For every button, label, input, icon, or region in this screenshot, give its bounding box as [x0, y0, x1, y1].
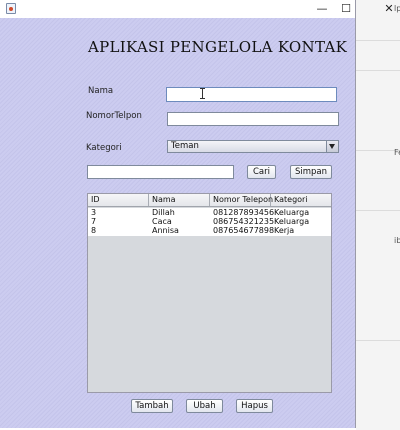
search-input[interactable] — [87, 165, 234, 179]
table-cell: Kerja — [274, 226, 295, 235]
hapus-button[interactable]: Hapus — [236, 399, 273, 413]
minimize-button[interactable]: — — [308, 0, 336, 18]
simpan-button[interactable]: Simpan — [290, 165, 332, 179]
contacts-table[interactable]: ID Nama Nomor Telepon Kategori 3 Dillah 08… — [87, 193, 332, 393]
maximize-button[interactable]: ☐ — [336, 0, 356, 18]
text-cursor-icon — [200, 88, 205, 99]
kategori-label: Kategori — [86, 143, 122, 153]
table-cell: Annisa — [152, 226, 179, 235]
nama-input[interactable] — [166, 87, 337, 102]
kategori-dropdown[interactable]: Teman — [167, 140, 339, 153]
app-window: — ☐ APLIKASI PENGELOLA KONTAK Nama Nomor… — [0, 0, 356, 428]
table-cell: 8 — [91, 226, 97, 235]
nama-label: Nama — [88, 86, 114, 96]
ubah-button[interactable]: Ubah — [186, 399, 223, 413]
background-desktop: lp Fe ib — [356, 0, 400, 430]
title-bar[interactable]: — ☐ — [0, 0, 355, 19]
cari-button[interactable]: Cari — [247, 165, 276, 179]
telp-label: NomorTelpon — [86, 111, 142, 121]
column-header-id[interactable]: ID — [88, 194, 149, 206]
column-header-telepon[interactable]: Nomor Telepon — [210, 194, 273, 206]
table-header: ID Nama Nomor Telepon Kategori — [88, 194, 331, 207]
kategori-selected-value: Teman — [171, 141, 199, 151]
chevron-down-icon[interactable] — [326, 141, 338, 152]
table-cell: 087654677898 — [213, 226, 275, 235]
java-app-icon — [6, 3, 16, 14]
column-header-nama[interactable]: Nama — [149, 194, 210, 206]
background-text: Fe — [394, 148, 400, 157]
table-row[interactable]: 8 Annisa 087654677898 Kerja — [88, 226, 331, 236]
telp-input[interactable] — [167, 112, 339, 126]
background-text: ib — [394, 236, 400, 245]
page-title: APLIKASI PENGELOLA KONTAK — [88, 38, 348, 56]
close-button[interactable]: ✕ — [375, 0, 400, 18]
column-header-kategori[interactable]: Kategori — [271, 194, 331, 206]
tambah-button[interactable]: Tambah — [131, 399, 173, 413]
